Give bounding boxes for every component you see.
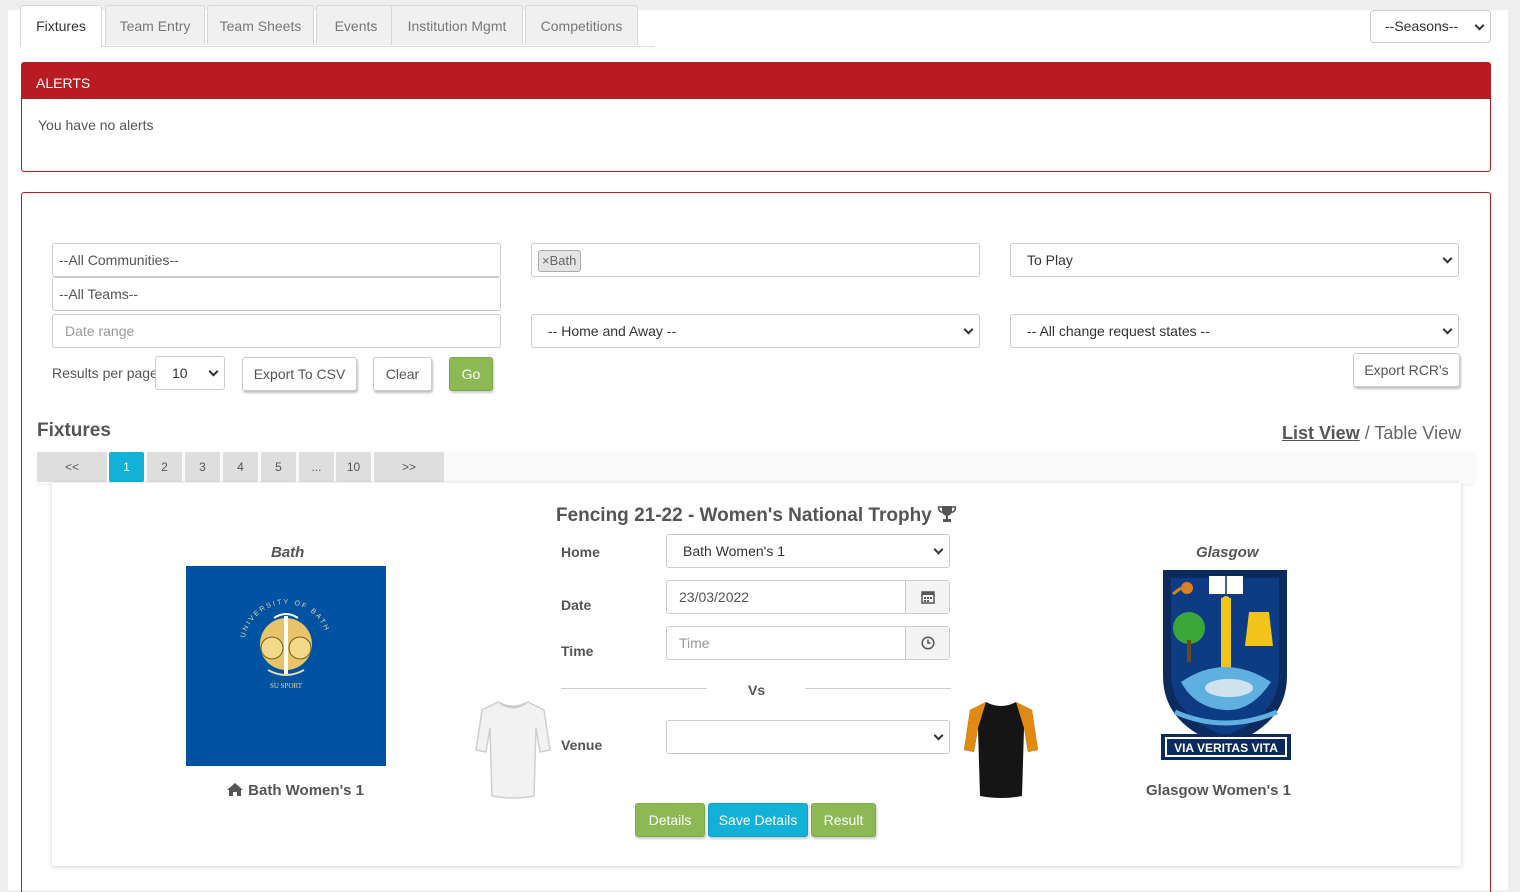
chevron-down-icon	[1442, 253, 1453, 264]
page-5[interactable]: 5	[261, 452, 296, 482]
fixtures-heading: Fixtures	[37, 420, 111, 441]
chevron-down-icon	[963, 324, 974, 335]
home-team-select-value: Bath Women's 1	[683, 543, 786, 559]
tab-competitions[interactable]: Competitions	[525, 5, 638, 45]
details-button[interactable]: Details	[635, 803, 705, 837]
home-away-value: -- Home and Away --	[548, 323, 677, 339]
vs-divider-left	[561, 688, 707, 689]
fixture-card: Fencing 21-22 - Women's National Trophy …	[52, 483, 1461, 866]
results-per-page-select[interactable]: 10	[155, 356, 225, 390]
status-value: To Play	[1027, 252, 1073, 268]
tab-team-entry[interactable]: Team Entry	[105, 5, 205, 45]
communities-value: --All Communities--	[59, 252, 179, 268]
institution-tag-label: Bath	[549, 253, 577, 268]
vs-label: Vs	[748, 682, 766, 698]
alerts-panel: ALERTS You have no alerts	[21, 62, 1491, 172]
clock-button[interactable]	[905, 627, 949, 659]
chevron-down-icon	[1474, 20, 1485, 31]
venue-select[interactable]	[666, 720, 950, 754]
home-institution: Bath	[271, 544, 305, 561]
result-button[interactable]: Result	[811, 803, 876, 837]
export-rcr-button[interactable]: Export RCR's	[1353, 353, 1460, 387]
away-kit-shirt-image	[962, 698, 1040, 803]
alerts-message: You have no alerts	[38, 117, 154, 133]
tab-bar: Fixtures Team Entry Team Sheets Events I…	[20, 5, 655, 47]
change-request-select[interactable]: -- All change request states --	[1010, 314, 1459, 348]
glasgow-motto: VIA VERITAS VITA	[1174, 741, 1278, 755]
calendar-button[interactable]	[905, 581, 949, 613]
teams-value: --All Teams--	[59, 286, 139, 302]
bath-crest-subtext: SU SPORT	[270, 682, 303, 690]
list-view-link[interactable]: List View	[1282, 423, 1360, 443]
chevron-down-icon	[1442, 324, 1453, 335]
away-institution: Glasgow	[1196, 544, 1259, 561]
clear-button[interactable]: Clear	[373, 357, 432, 391]
vs-divider-right	[805, 688, 951, 689]
results-per-page-value: 10	[172, 365, 188, 381]
trophy-icon	[937, 505, 957, 526]
page-first[interactable]: <<	[37, 452, 107, 482]
fixture-title: Fencing 21-22 - Women's National Trophy	[52, 505, 1461, 527]
page-ellipsis: ...	[299, 452, 334, 482]
fixture-title-text: Fencing 21-22 - Women's National Trophy	[555, 505, 932, 526]
home-team-name: Bath Women's 1	[226, 782, 364, 799]
home-label: Home	[561, 544, 600, 560]
view-switcher: List View / Table View	[1282, 423, 1461, 444]
home-team-select[interactable]: Bath Women's 1	[666, 534, 950, 568]
away-team-name: Glasgow Women's 1	[1146, 782, 1291, 799]
page: Fixtures Team Entry Team Sheets Events I…	[8, 5, 1508, 892]
tab-events[interactable]: Events	[316, 5, 396, 45]
fixtures-panel: --All Communities-- --All Teams-- Date r…	[21, 192, 1491, 892]
home-kit-shirt-image	[474, 698, 552, 803]
tag-remove-icon[interactable]: ×	[542, 253, 550, 268]
time-placeholder: Time	[679, 635, 710, 651]
date-input[interactable]: 23/03/2022	[666, 580, 950, 614]
results-per-page-label: Results per page	[52, 365, 158, 381]
seasons-select-value: --Seasons--	[1385, 18, 1459, 34]
tab-team-sheets[interactable]: Team Sheets	[207, 5, 314, 45]
page-10[interactable]: 10	[336, 452, 371, 482]
tab-fixtures[interactable]: Fixtures	[20, 5, 102, 47]
chevron-down-icon	[933, 730, 944, 741]
institution-tag[interactable]: ×Bath	[538, 250, 582, 272]
home-icon	[226, 782, 248, 799]
teams-select[interactable]: --All Teams--	[52, 277, 501, 311]
go-button[interactable]: Go	[449, 357, 493, 391]
communities-select[interactable]: --All Communities--	[52, 243, 501, 277]
pagination: << 1 2 3 4 5 ... 10 >>	[37, 452, 1475, 484]
seasons-select[interactable]: --Seasons--	[1370, 10, 1491, 43]
page-next[interactable]: >>	[374, 452, 444, 482]
date-value: 23/03/2022	[679, 589, 750, 605]
page-1[interactable]: 1	[109, 452, 144, 482]
chevron-down-icon	[208, 366, 219, 377]
venue-label: Venue	[561, 737, 603, 753]
time-label: Time	[561, 643, 594, 659]
date-label: Date	[561, 597, 592, 613]
date-range-input[interactable]: Date range	[52, 314, 501, 348]
page-3[interactable]: 3	[185, 452, 220, 482]
table-view-link[interactable]: Table View	[1374, 423, 1461, 443]
page-4[interactable]: 4	[223, 452, 258, 482]
page-2[interactable]: 2	[147, 452, 182, 482]
glasgow-crest-image: VIA VERITAS VITA	[1159, 566, 1293, 767]
time-input[interactable]: Time	[666, 626, 950, 660]
status-select[interactable]: To Play	[1010, 243, 1459, 277]
change-request-value: -- All change request states --	[1027, 323, 1210, 339]
home-team-label: Bath Women's 1	[248, 782, 364, 799]
date-range-placeholder: Date range	[65, 323, 135, 339]
tab-institution-mgmt[interactable]: Institution Mgmt	[391, 5, 523, 45]
export-csv-button[interactable]: Export To CSV	[242, 357, 357, 391]
alerts-title: ALERTS	[22, 63, 1490, 99]
home-away-select[interactable]: -- Home and Away --	[531, 314, 980, 348]
view-separator: /	[1359, 423, 1375, 443]
save-details-button[interactable]: Save Details	[708, 803, 808, 837]
institution-multiselect[interactable]: ×Bath	[531, 243, 980, 277]
chevron-down-icon	[933, 544, 944, 555]
bath-crest-image: UNIVERSITY OF BATH SU SPORT	[186, 566, 386, 766]
